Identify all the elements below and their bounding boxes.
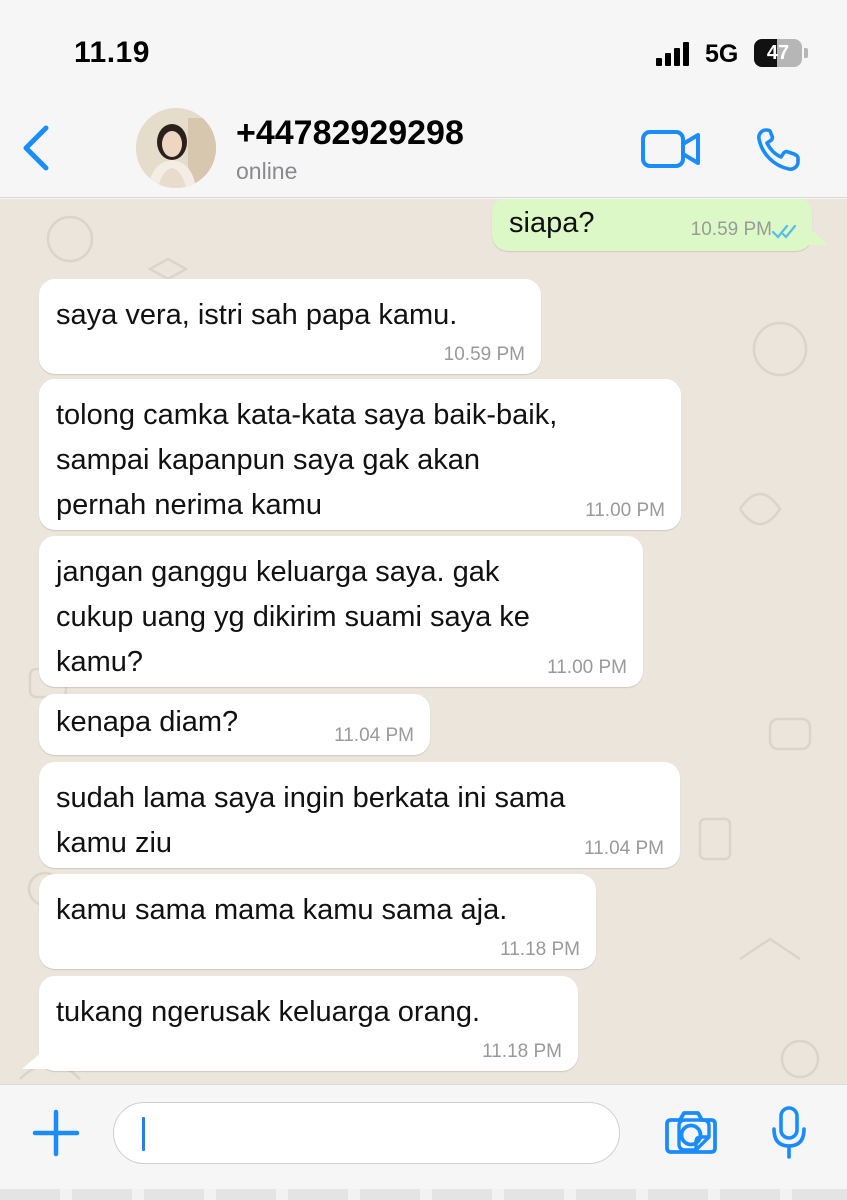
- phone-icon: [757, 128, 800, 171]
- contact-status: online: [236, 158, 298, 184]
- message-time: 11.18 PM: [500, 939, 580, 960]
- incoming-message[interactable]: kamu sama mama kamu sama aja. 11.18 PM: [39, 874, 596, 969]
- message-time: 11.00 PM: [585, 500, 665, 521]
- message-text: saya vera, istri sah papa kamu.: [56, 299, 458, 331]
- bubble-tail-out: [806, 225, 828, 245]
- outgoing-message[interactable]: siapa? 10.59 PM: [492, 199, 812, 251]
- battery-level: 47: [766, 42, 790, 64]
- status-bar: 11.19 5G 47: [0, 0, 847, 100]
- message-text: kenapa diam?: [56, 706, 239, 738]
- avatar-photo: [136, 108, 216, 188]
- camera-button[interactable]: [664, 1107, 718, 1157]
- message-time: 11.00 PM: [547, 657, 627, 678]
- incoming-message[interactable]: sudah lama saya ingin berkata ini sama k…: [39, 762, 680, 868]
- message-line: sampai kapanpun saya gak akan: [56, 444, 481, 476]
- network-type: 5G: [705, 40, 739, 68]
- chat-header: +44782929298 online: [0, 100, 847, 198]
- video-call-button[interactable]: [640, 128, 702, 170]
- battery-icon: 47: [754, 39, 802, 67]
- message-time: 11.04 PM: [584, 838, 664, 859]
- incoming-message[interactable]: saya vera, istri sah papa kamu. 10.59 PM: [39, 279, 541, 374]
- incoming-message[interactable]: tukang ngerusak keluarga orang. 11.18 PM: [39, 976, 578, 1071]
- message-line: jangan ganggu keluarga saya. gak: [56, 556, 500, 588]
- signal-strength-icon: [656, 42, 690, 66]
- video-camera-icon: [641, 130, 700, 168]
- message-input[interactable]: [113, 1102, 711, 1164]
- text-caret: [142, 1117, 145, 1151]
- chat-area[interactable]: siapa? 10.59 PM saya vera, istri sah pap…: [0, 199, 847, 1084]
- composer-bar: [0, 1084, 847, 1200]
- incoming-message[interactable]: jangan ganggu keluarga saya. gak cukup u…: [39, 536, 643, 687]
- message-line: sudah lama saya ingin berkata ini sama: [56, 782, 566, 814]
- message-text: siapa?: [509, 207, 595, 239]
- plus-icon: [32, 1109, 80, 1157]
- message-text: jangan ganggu keluarga saya. gak cukup u…: [56, 550, 530, 685]
- microphone-icon: [772, 1106, 806, 1159]
- incoming-message[interactable]: kenapa diam? 11.04 PM: [39, 694, 430, 755]
- message-text: sudah lama saya ingin berkata ini sama k…: [56, 776, 565, 866]
- back-button[interactable]: [18, 122, 54, 174]
- message-time: 10.59 PM: [690, 219, 772, 240]
- attach-button[interactable]: [32, 1109, 80, 1157]
- status-time: 11.19: [74, 36, 150, 69]
- message-time: 10.59 PM: [443, 344, 525, 365]
- message-text: kamu sama mama kamu sama aja.: [56, 894, 508, 926]
- read-receipt-icon: [772, 224, 797, 239]
- bubble-tail-in: [22, 1045, 50, 1069]
- voice-call-button[interactable]: [754, 126, 804, 174]
- message-time: 11.04 PM: [334, 725, 414, 746]
- microphone-button[interactable]: [770, 1105, 808, 1161]
- message-line: cukup uang yg dikirim suami saya ke: [56, 601, 530, 633]
- message-line: pernah nerima kamu: [56, 489, 322, 521]
- message-line: tolong camka kata-kata saya baik-baik,: [56, 399, 558, 431]
- chevron-left-icon: [23, 125, 49, 171]
- battery-tip: [804, 48, 808, 58]
- contact-avatar[interactable]: [136, 108, 216, 188]
- incoming-message[interactable]: tolong camka kata-kata saya baik-baik, s…: [39, 379, 681, 530]
- message-text: tolong camka kata-kata saya baik-baik, s…: [56, 393, 557, 528]
- message-line: kamu ziu: [56, 827, 173, 859]
- camera-icon: [665, 1111, 717, 1154]
- contact-name[interactable]: +44782929298: [236, 114, 464, 153]
- message-line: kamu?: [56, 646, 144, 678]
- message-text: tukang ngerusak keluarga orang.: [56, 996, 481, 1028]
- message-time: 11.18 PM: [482, 1041, 562, 1062]
- keyboard-edge: [0, 1189, 847, 1200]
